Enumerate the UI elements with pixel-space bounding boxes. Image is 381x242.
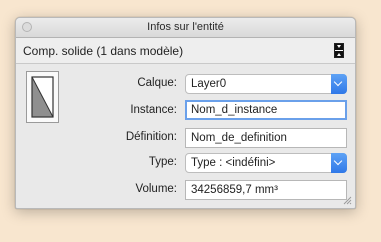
type-select[interactable]: Type : <indéfini> <box>185 153 347 173</box>
definition-label: Définition: <box>125 131 177 143</box>
instance-label: Instance: <box>130 104 177 116</box>
resize-grip-icon[interactable] <box>343 196 352 205</box>
instance-input[interactable]: Nom_d_instance <box>185 100 347 120</box>
chevron-down-icon <box>333 77 343 87</box>
layer-dropdown-button[interactable] <box>331 74 347 94</box>
entity-type-label: Comp. solide (1 dans modèle) <box>23 44 184 58</box>
component-thumbnail-icon <box>26 71 59 123</box>
type-dropdown-button[interactable] <box>331 153 347 173</box>
chevron-down-icon <box>333 156 343 166</box>
layer-value: Layer0 <box>191 78 227 90</box>
layer-select[interactable]: Layer0 <box>185 74 347 94</box>
volume-field: 34256859,7 mm³ <box>185 180 347 200</box>
definition-input[interactable]: Nom_de_definition <box>185 128 347 148</box>
title-bar[interactable]: Infos sur l'entité <box>16 18 355 38</box>
expand-collapse-icon[interactable] <box>334 43 344 58</box>
volume-label: Volume: <box>135 183 177 195</box>
type-label: Type: <box>148 156 177 168</box>
entity-info-window: Infos sur l'entité Comp. solide (1 dans … <box>15 17 356 209</box>
entity-header: Comp. solide (1 dans modèle) <box>16 38 355 64</box>
type-value: Type : <indéfini> <box>191 157 276 169</box>
layer-label: Calque: <box>137 77 177 89</box>
window-title: Infos sur l'entité <box>147 21 224 33</box>
